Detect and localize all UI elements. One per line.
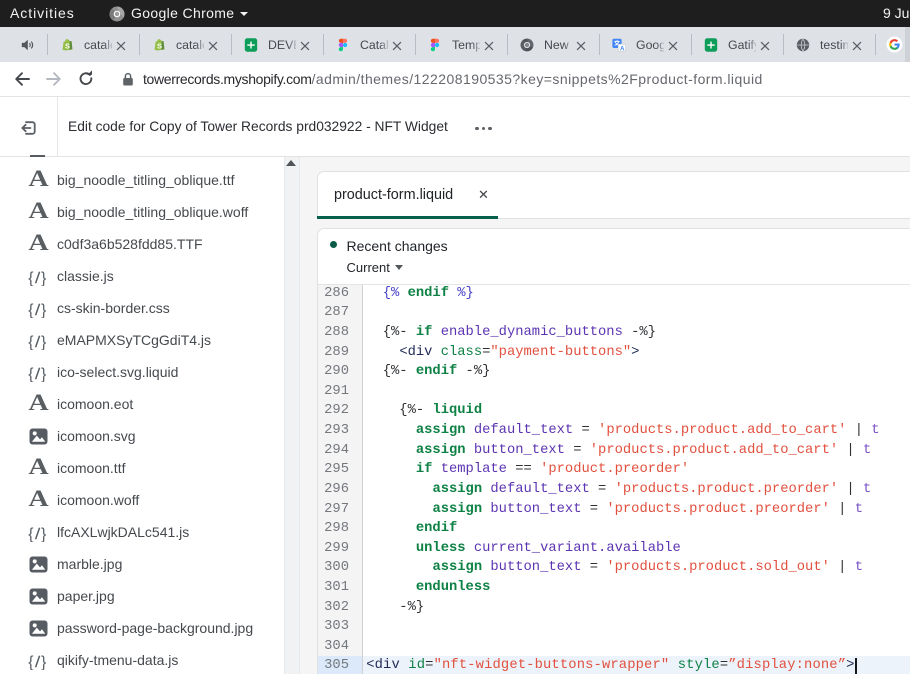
svg-text:S: S	[157, 41, 162, 50]
svg-text:}: }	[41, 301, 46, 317]
svg-text:{: {	[28, 525, 33, 541]
svg-text:A: A	[620, 45, 625, 52]
svg-text:{: {	[28, 653, 33, 669]
svg-text:}: }	[41, 269, 46, 285]
svg-text:{: {	[28, 333, 33, 349]
svg-text:}: }	[41, 365, 46, 381]
svg-text:{: {	[28, 301, 33, 317]
svg-text:{: {	[28, 365, 33, 381]
svg-text:}: }	[41, 653, 46, 669]
svg-text:{: {	[28, 269, 33, 285]
svg-text:S: S	[65, 41, 70, 50]
svg-text:}: }	[41, 525, 46, 541]
svg-text:}: }	[41, 333, 46, 349]
